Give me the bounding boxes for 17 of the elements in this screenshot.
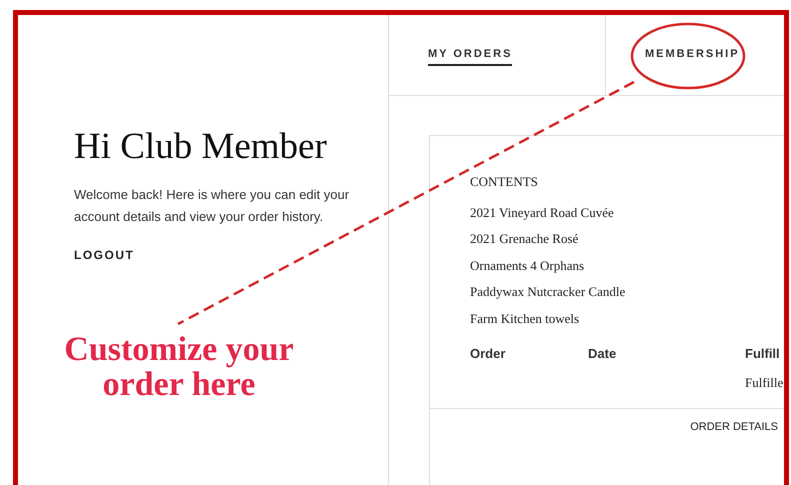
column-header: Order: [470, 346, 506, 362]
order-details-link[interactable]: ORDER DETAILS: [690, 421, 778, 433]
contents-item: Ornaments 4 Orphans: [470, 256, 586, 275]
welcome-text: Welcome back! Here is where you can edit your account details and view your order history.: [74, 186, 350, 226]
table-cell: Fulfille: [745, 375, 784, 392]
logout-link[interactable]: LOGOUT: [74, 248, 134, 262]
contents-heading: CONTENTS: [470, 174, 539, 190]
contents-item: Paddywax Nutcracker Candle: [470, 283, 626, 302]
tab[interactable]: MY ORDERS: [428, 44, 512, 66]
page-heading: Hi Club Member: [74, 125, 328, 168]
contents-item: Farm Kitchen towels: [470, 310, 580, 328]
annotation-text: Customize your order here: [63, 332, 295, 402]
contents-item: 2021 Grenache Rosé: [470, 230, 580, 248]
column-header: Date: [588, 346, 618, 362]
column-header: Fulfill: [745, 346, 781, 362]
contents-item: 2021 Vineyard Road Cuvée: [470, 204, 615, 222]
tab[interactable]: MEMBERSHIP: [645, 44, 740, 66]
